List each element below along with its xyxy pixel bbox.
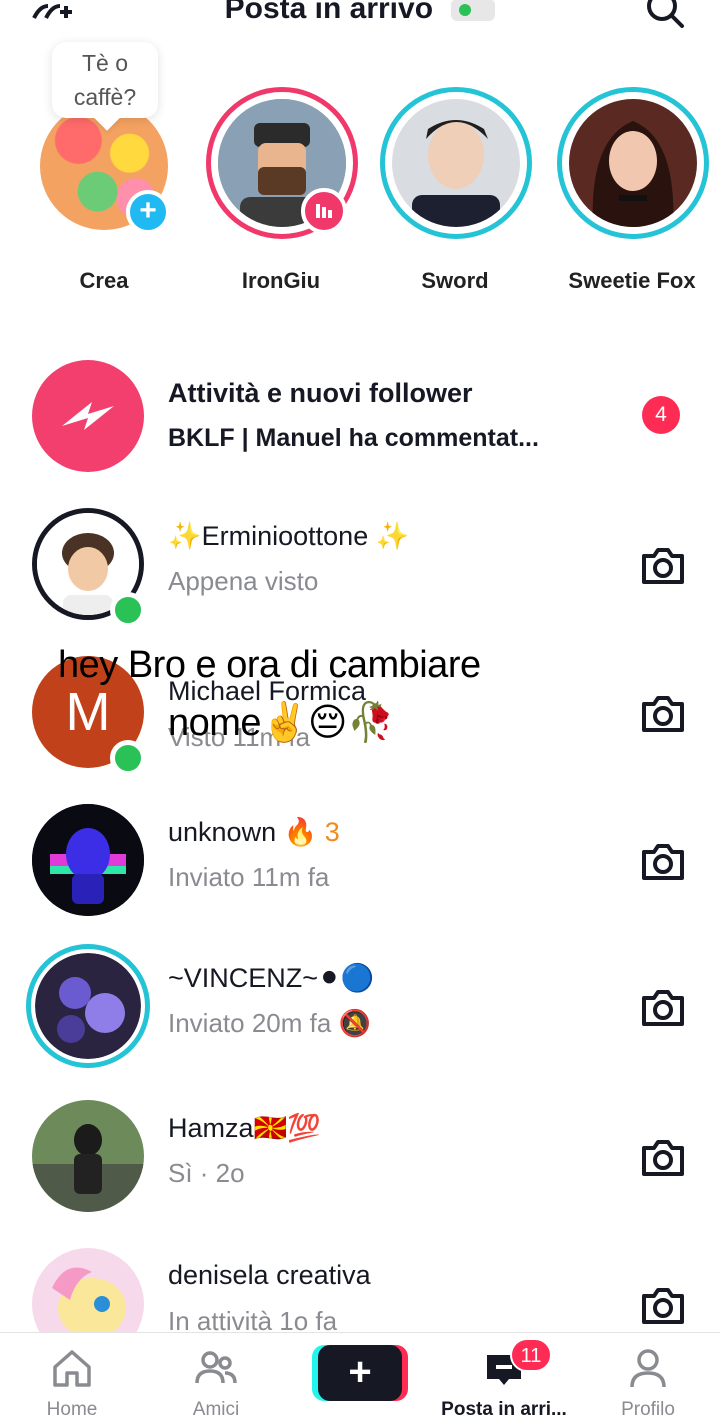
conversation-name: ✨Erminioottone ✨ [168, 521, 410, 551]
avatar [569, 99, 697, 227]
online-status-toggle[interactable] [451, 0, 496, 22]
camera-icon[interactable] [640, 986, 686, 1028]
conversation-row[interactable]: ~VINCENZ~⚫🔵 Inviato 20m fa 🔕 [0, 944, 720, 1090]
conversation-status: Appena visto [168, 566, 319, 596]
conversation-row[interactable]: Hamza🇲🇰💯 Sì · 2o [0, 1100, 720, 1240]
inbox-unread-badge: 11 [510, 1338, 552, 1372]
conversation-name-text: unknown 🔥 [168, 817, 318, 847]
create-button[interactable]: + [318, 1345, 402, 1401]
story-name: Sword [421, 268, 489, 293]
story-name: IronGiu [241, 268, 321, 293]
home-icon [53, 1350, 91, 1387]
conversation-status: Inviato 11m fa [168, 862, 330, 892]
stories-row: + Tè o caffè? Crea IronGiu Sword Sweetie… [0, 42, 720, 300]
inbox-header: Posta in arrivo [0, 0, 720, 28]
page-title: Posta in arrivo [0, 0, 720, 26]
activity-count-badge: 4 [642, 396, 680, 434]
tab-friends[interactable]: Amici [144, 1343, 288, 1416]
avatar [26, 944, 150, 1068]
lightning-icon [62, 402, 114, 430]
tab-label: Posta in arri... [441, 1399, 567, 1416]
page-title-text: Posta in arrivo [224, 0, 434, 25]
avatar [32, 1100, 144, 1212]
conversation-row[interactable]: M Michael Formica Visto 11m fa [0, 656, 720, 796]
story-name: Sweetie Fox [568, 268, 696, 293]
bottom-tab-bar: Home Amici + Posta in arri... Profilo [0, 1332, 720, 1416]
create-plus-icon: + [348, 1350, 372, 1394]
activity-avatar [32, 360, 144, 472]
note-bubble[interactable]: Tè o caffè? [52, 42, 158, 118]
tab-profile[interactable]: Profilo [576, 1343, 720, 1416]
avatar-initial: M [65, 682, 111, 742]
camera-icon[interactable] [640, 1284, 686, 1326]
conversation-name: unknown 🔥 3 [168, 816, 340, 848]
online-indicator [110, 740, 146, 776]
conversation-status: Sì · 2o [168, 1158, 245, 1188]
camera-icon[interactable] [640, 840, 686, 882]
camera-icon[interactable] [640, 544, 686, 586]
tab-label: Amici [192, 1399, 240, 1416]
activity-row[interactable]: Attività e nuovi follower BKLF | Manuel … [0, 360, 720, 500]
conversation-row[interactable]: unknown 🔥 3 Inviato 11m fa [0, 804, 720, 944]
avatar [392, 99, 520, 227]
tab-label: Home [46, 1399, 98, 1416]
friends-icon [195, 1351, 237, 1384]
conversation-name: ~VINCENZ~⚫🔵 [168, 963, 375, 993]
conversation-name: denisela creativa [168, 1260, 371, 1290]
profile-icon [630, 1349, 666, 1388]
conversation-name: Hamza🇲🇰💯 [168, 1113, 321, 1143]
conversation-name: Michael Formica [168, 676, 367, 706]
camera-icon[interactable] [640, 692, 686, 734]
streak-count: 3 [324, 817, 340, 847]
story-name: Crea [79, 268, 129, 293]
add-story-plus-icon[interactable]: + [126, 190, 170, 234]
live-bars-icon [301, 188, 347, 234]
search-icon[interactable] [644, 0, 686, 30]
activity-title: Attività e nuovi follower [168, 378, 473, 408]
camera-icon[interactable] [640, 1136, 686, 1178]
avatar [32, 804, 144, 916]
tab-label: Profilo [621, 1399, 675, 1416]
online-indicator [110, 592, 146, 628]
conversation-status: Inviato 20m fa 🔕 [168, 1008, 371, 1038]
conversation-status: Visto 11m fa [168, 722, 311, 752]
tab-inbox[interactable]: Posta in arri... [432, 1343, 576, 1416]
activity-subtitle: BKLF | Manuel ha commentat... [168, 424, 539, 452]
conversation-row[interactable]: ✨Erminioottone ✨ Appena visto [0, 508, 720, 648]
tab-home[interactable]: Home [0, 1343, 144, 1416]
